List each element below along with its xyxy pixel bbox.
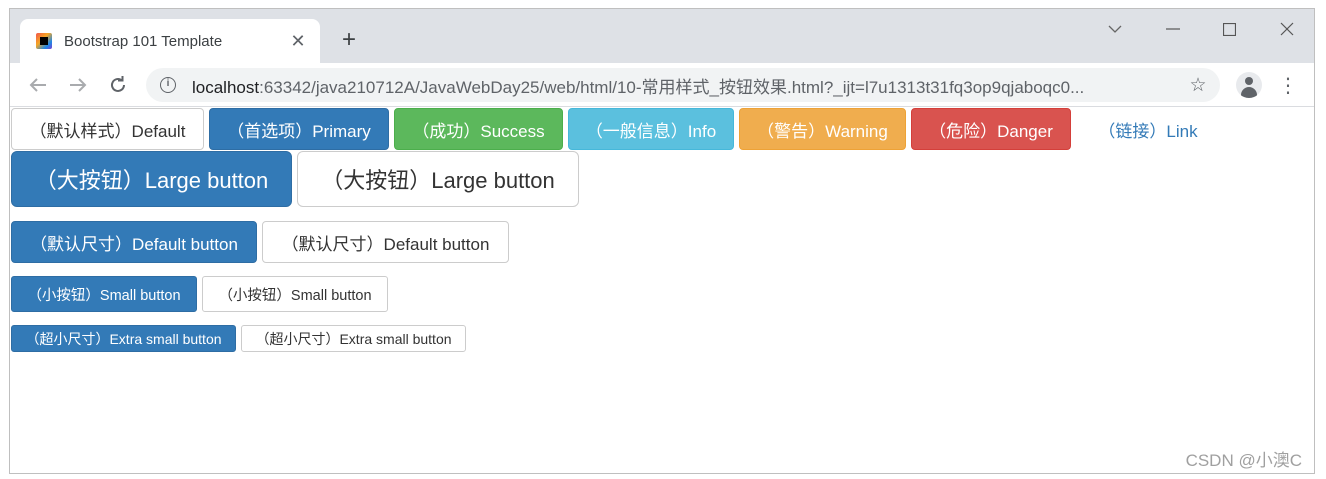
csdn-watermark: CSDN @小澳C <box>1185 451 1302 470</box>
extra-small-default-button[interactable]: （超小尺寸）Extra small button <box>241 325 466 352</box>
bookmark-star-icon[interactable]: ☆ <box>1184 71 1212 99</box>
tab-close-icon[interactable]: ✕ <box>288 31 308 51</box>
browser-toolbar: i localhost:63342/java210712A/JavaWebDay… <box>10 63 1314 107</box>
tab-strip: Bootstrap 101 Template ✕ + <box>10 9 1314 63</box>
default-size-default-button[interactable]: （默认尺寸）Default button <box>262 221 509 263</box>
warning-button[interactable]: （警告）Warning <box>739 108 906 150</box>
back-arrow-icon[interactable] <box>24 71 52 99</box>
close-icon[interactable] <box>1272 17 1302 41</box>
tab-title: Bootstrap 101 Template <box>64 32 223 50</box>
primary-button[interactable]: （首选项）Primary <box>209 108 389 150</box>
extra-small-primary-button[interactable]: （超小尺寸）Extra small button <box>11 325 236 352</box>
new-tab-button[interactable]: + <box>336 27 362 53</box>
chevron-down-icon[interactable] <box>1100 17 1130 41</box>
small-default-button[interactable]: （小按钮）Small button <box>202 276 388 312</box>
maximize-icon[interactable] <box>1214 17 1244 41</box>
tab-bootstrap-template[interactable]: Bootstrap 101 Template ✕ <box>20 19 320 63</box>
url-text[interactable]: localhost:63342/java210712A/JavaWebDay25… <box>192 73 1184 98</box>
danger-button[interactable]: （危险）Danger <box>911 108 1071 150</box>
default-button[interactable]: （默认样式）Default <box>11 108 204 150</box>
info-button[interactable]: （一般信息）Info <box>568 108 734 150</box>
large-default-button[interactable]: （大按钮）Large button <box>297 151 579 207</box>
forward-arrow-icon[interactable] <box>64 71 92 99</box>
reload-icon[interactable] <box>104 71 132 99</box>
default-size-primary-button[interactable]: （默认尺寸）Default button <box>11 221 257 263</box>
minimize-icon[interactable] <box>1158 17 1188 41</box>
small-primary-button[interactable]: （小按钮）Small button <box>11 276 197 312</box>
link-button[interactable]: （链接）Link <box>1076 108 1220 150</box>
browser-window: Bootstrap 101 Template ✕ + i localhost:6… <box>9 8 1315 474</box>
info-icon[interactable]: i <box>160 77 176 93</box>
success-button[interactable]: （成功）Success <box>394 108 563 150</box>
kebab-menu-icon[interactable]: ⋮ <box>1274 71 1302 99</box>
jetbrains-favicon-icon <box>36 33 52 49</box>
large-primary-button[interactable]: （大按钮）Large button <box>11 151 292 207</box>
page-viewport: （默认样式）Default （首选项）Primary （成功）Success （… <box>10 107 1314 473</box>
address-bar[interactable]: i localhost:63342/java210712A/JavaWebDay… <box>146 68 1220 102</box>
profile-avatar-icon[interactable] <box>1236 72 1262 98</box>
